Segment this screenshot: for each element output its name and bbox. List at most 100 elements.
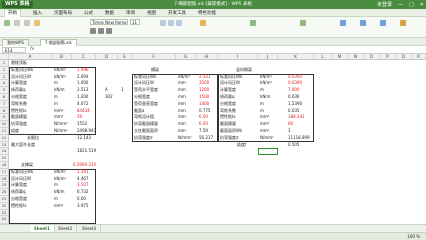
column-header[interactable]: B [52, 54, 72, 60]
t1-label: 挠度 [11, 128, 19, 133]
row-header[interactable]: 8 [0, 107, 9, 115]
spreadsheet-grid[interactable]: A B C D E F G H I J K L M N O P Q R 1 2 … [0, 54, 426, 224]
row-header[interactable]: 1 [0, 60, 9, 67]
t2-unit: mm [178, 128, 186, 133]
menu-formula[interactable]: 公式 [84, 10, 93, 16]
user-label[interactable]: 未登录 [377, 1, 392, 8]
column-header[interactable]: L [314, 54, 332, 60]
t2-label: 截面a [134, 107, 145, 113]
sort-icon[interactable] [380, 20, 386, 26]
name-box[interactable]: E14 [2, 47, 26, 53]
row-header[interactable]: 2 [0, 66, 9, 74]
menu-home[interactable]: 开始 [4, 8, 21, 17]
menu-developer[interactable]: 开发工具 [168, 10, 186, 16]
number-format-icon[interactable] [250, 20, 256, 26]
column-header[interactable]: J [258, 54, 278, 60]
bold-icon[interactable] [90, 28, 96, 34]
row-header[interactable]: 20 [0, 189, 9, 196]
row-header[interactable]: 23 [0, 209, 9, 217]
t4-value: 3.507 [77, 182, 89, 188]
sheet-tab-3[interactable]: Sheet3 [78, 225, 102, 232]
table-style-icon[interactable] [300, 20, 306, 26]
column-header[interactable]: M [332, 54, 348, 60]
row-header[interactable]: 19 [0, 182, 9, 190]
table1-title: 悬挑顶板 [11, 60, 27, 65]
t1-label: 计算宽度 [11, 80, 27, 86]
column-header[interactable]: C [72, 54, 96, 60]
sheet-tab-2[interactable]: Sheet2 [54, 225, 78, 232]
row-header[interactable]: 21 [0, 196, 9, 203]
t1-unit: m [54, 94, 58, 99]
close-icon[interactable]: ✕ [420, 2, 424, 8]
column-header[interactable]: D [96, 54, 118, 60]
column-header[interactable]: R [412, 54, 426, 60]
column-header[interactable]: H [196, 54, 218, 60]
row-header[interactable]: 16 [0, 162, 9, 169]
cut-icon[interactable] [14, 20, 20, 26]
row-header[interactable]: 18 [0, 175, 9, 183]
paste-icon[interactable] [4, 20, 10, 26]
column-header[interactable]: N [348, 54, 364, 60]
sum-icon[interactable] [340, 20, 346, 26]
column-header[interactable]: G [176, 54, 196, 60]
row-header[interactable]: 5 [0, 87, 9, 94]
copy-icon[interactable] [24, 20, 30, 26]
menu-data[interactable]: 数据 [105, 10, 114, 16]
menu-review[interactable]: 审阅 [126, 10, 135, 16]
t4-unit: m [54, 182, 58, 188]
font-size-select[interactable]: 11 [130, 19, 140, 25]
table2-title: 横梁 [151, 66, 159, 72]
fx-icon[interactable]: fx [30, 47, 34, 52]
align-left-icon[interactable] [160, 20, 166, 26]
row-header[interactable]: 6 [0, 94, 9, 101]
column-header[interactable]: E [118, 54, 132, 60]
align-right-icon[interactable] [176, 20, 182, 26]
tab-my-wps[interactable]: 我的WPS [2, 39, 29, 46]
find-icon[interactable] [400, 20, 406, 26]
row-header[interactable]: 4 [0, 80, 9, 88]
zoom-level[interactable]: 100 % [407, 233, 420, 240]
menu-view[interactable]: 视图 [147, 10, 156, 16]
font-name-select[interactable]: Times New Roma [90, 19, 128, 25]
t3-label: 弯矩系数 [220, 107, 236, 113]
row-header[interactable]: 12 [0, 134, 9, 142]
t1-unit: N/mm² [54, 128, 68, 133]
column-header[interactable]: O [364, 54, 380, 60]
column-header[interactable]: P [380, 54, 396, 60]
underline-icon[interactable] [106, 28, 112, 34]
menu-special[interactable]: 特色功能 [198, 10, 216, 16]
row-header[interactable]: 24 [0, 216, 9, 224]
menu-page-layout[interactable]: 页面布局 [54, 10, 72, 16]
tab-workbook[interactable]: 7.细部配筋.xls [40, 39, 77, 46]
column-header[interactable]: Q [396, 54, 412, 60]
merge-cells-icon[interactable] [200, 20, 206, 26]
row-header[interactable]: 14 [0, 148, 9, 156]
t3-value: 11118.899 [288, 134, 310, 140]
t1-unit: kN/m² [54, 66, 67, 72]
row-header[interactable]: 10 [0, 121, 9, 128]
selected-cell[interactable] [258, 148, 278, 156]
menu-insert[interactable]: 插入 [33, 10, 42, 16]
minimize-icon[interactable]: — [398, 2, 403, 8]
row-header[interactable]: 7 [0, 100, 9, 108]
filter-icon[interactable] [360, 20, 366, 26]
t1-value: 1.000 [77, 80, 89, 86]
row-header[interactable]: 22 [0, 202, 9, 210]
t3-label: 设计风压W [220, 80, 240, 86]
column-header[interactable]: F [132, 54, 176, 60]
row-header[interactable]: 3 [0, 73, 9, 81]
format-painter-icon[interactable] [34, 20, 40, 26]
sheet-tab-1[interactable]: Sheet1 [30, 225, 55, 232]
row-header[interactable]: 13 [0, 141, 9, 149]
row-header[interactable]: 17 [0, 168, 9, 176]
column-header[interactable]: I [218, 54, 258, 60]
maximize-icon[interactable]: □ [409, 2, 414, 8]
italic-icon[interactable] [98, 28, 104, 34]
align-center-icon[interactable] [168, 20, 174, 26]
row-header[interactable]: 15 [0, 155, 9, 162]
row-header[interactable]: 11 [0, 128, 9, 135]
column-header[interactable]: K [278, 54, 314, 60]
t3-unit: m [260, 107, 264, 113]
t4-label: 设计风压W [11, 175, 31, 181]
row-header[interactable]: 9 [0, 114, 9, 122]
